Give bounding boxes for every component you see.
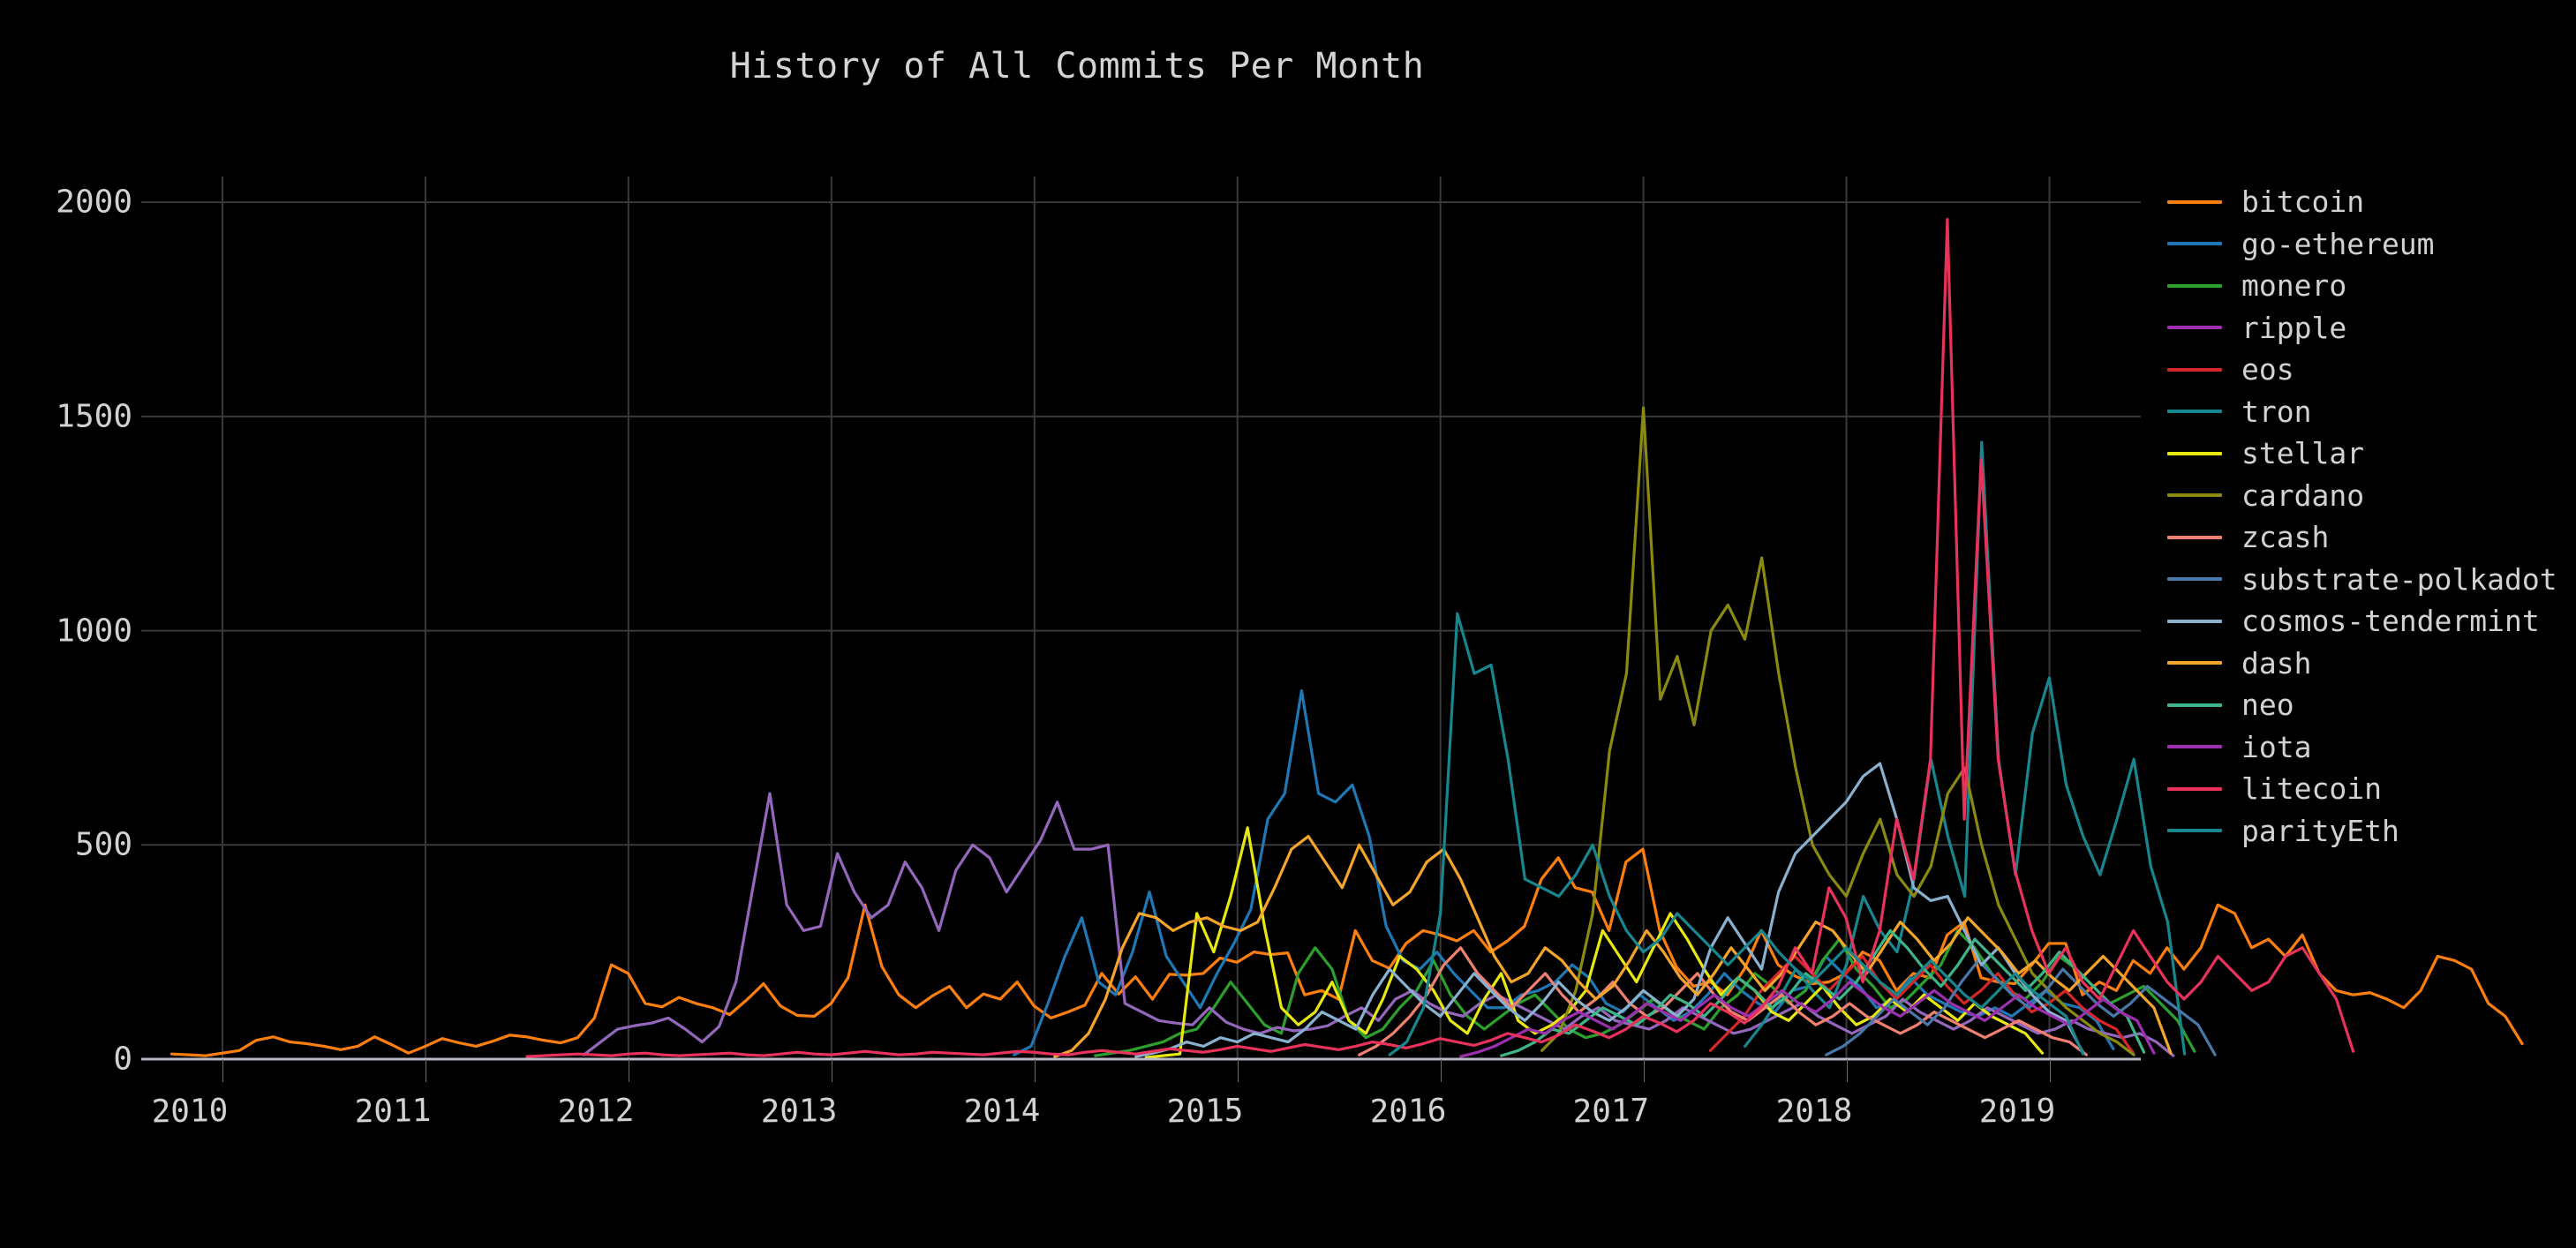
legend-item-label: substrate-polkadot: [2241, 561, 2557, 597]
legend-item-label: zcash: [2241, 520, 2330, 555]
legend-item-label: cardano: [2241, 477, 2365, 513]
legend-item-litecoin[interactable]: litecoin: [2167, 768, 2573, 810]
x-axis-tick-mark: [1643, 1059, 1645, 1082]
legend-item-label: neo: [2241, 688, 2294, 723]
legend-color-swatch: [2167, 451, 2222, 455]
legend-color-swatch: [2167, 577, 2222, 582]
legend-item-label: ripple: [2241, 310, 2347, 345]
legend-item-bitcoin[interactable]: bitcoin: [2167, 181, 2573, 223]
legend-item-label: tron: [2241, 394, 2312, 429]
x-axis-tick-mark: [222, 1059, 223, 1082]
legend-color-swatch: [2167, 703, 2222, 707]
y-axis-tick-label: 1000: [56, 613, 132, 650]
chart-legend: bitcoin go-ethereum monero ripple eos tron ste…: [2167, 181, 2573, 852]
legend-color-swatch: [2167, 829, 2222, 833]
legend-item-ripple[interactable]: ripple: [2167, 307, 2573, 350]
legend-item-label: litecoin: [2241, 771, 2382, 807]
legend-color-swatch: [2167, 367, 2222, 372]
legend-item-label: go-ethereum: [2241, 226, 2435, 261]
x-axis-tick-label: 2016: [1368, 1093, 1447, 1131]
legend-item-label: bitcoin: [2241, 184, 2365, 220]
x-axis-tick-label: 2010: [151, 1093, 229, 1131]
legend-item-neo[interactable]: neo: [2167, 684, 2573, 726]
y-axis-tick-label: 1500: [56, 398, 132, 435]
legend-item-stellar[interactable]: stellar: [2167, 432, 2573, 475]
legend-color-swatch: [2167, 619, 2222, 623]
x-axis-tick-label: 2017: [1571, 1093, 1650, 1131]
x-axis-tick-label: 2018: [1774, 1093, 1853, 1131]
x-axis: 2010 2011 2012 2013 2014 2015 2016 2017 2018 2019: [141, 1059, 2141, 1183]
y-axis-tick-label: 2000: [56, 184, 132, 221]
legend-item-label: dash: [2241, 645, 2312, 680]
legend-item-parityEth[interactable]: parityEth: [2167, 810, 2573, 853]
legend-item-substrate-polkadot[interactable]: substrate-polkadot: [2167, 559, 2573, 601]
legend-item-zcash[interactable]: zcash: [2167, 516, 2573, 559]
legend-color-swatch: [2167, 199, 2222, 204]
page-title: History of All Commits Per Month: [729, 46, 1425, 86]
x-axis-tick-label: 2013: [760, 1093, 838, 1131]
legend-item-tron[interactable]: tron: [2167, 391, 2573, 433]
plot-area: [141, 177, 2524, 1061]
x-axis-tick-mark: [1846, 1059, 1848, 1082]
chart-figure: History of All Commits Per Month 0 500 100…: [0, 0, 2576, 1248]
legend-item-cardano[interactable]: cardano: [2167, 475, 2573, 517]
x-axis-tick-mark: [2049, 1059, 2051, 1082]
line-chart-svg: [141, 177, 2524, 1061]
y-axis-tick-label: 500: [74, 826, 132, 863]
legend-item-iota[interactable]: iota: [2167, 726, 2573, 769]
legend-item-label: cosmos-tendermint: [2241, 604, 2540, 639]
legend-color-swatch: [2167, 283, 2222, 288]
legend-item-label: stellar: [2241, 436, 2365, 471]
x-axis-tick-label: 2015: [1166, 1093, 1244, 1131]
legend-item-eos[interactable]: eos: [2167, 349, 2573, 391]
legend-item-label: eos: [2241, 352, 2294, 387]
legend-item-go-ethereum[interactable]: go-ethereum: [2167, 223, 2573, 266]
legend-color-swatch: [2167, 493, 2222, 498]
x-axis-tick-mark: [1237, 1059, 1239, 1082]
x-axis-tick-label: 2012: [557, 1093, 635, 1131]
y-axis-tick-label: 0: [113, 1041, 132, 1078]
x-axis-tick-label: 2014: [963, 1093, 1041, 1131]
legend-item-dash[interactable]: dash: [2167, 643, 2573, 685]
legend-color-swatch: [2167, 410, 2222, 414]
x-axis-tick-mark: [1440, 1059, 1442, 1082]
legend-item-label: iota: [2241, 729, 2312, 764]
legend-item-cosmos-tendermint[interactable]: cosmos-tendermint: [2167, 600, 2573, 643]
legend-color-swatch: [2167, 745, 2222, 749]
x-axis-tick-label: 2019: [1977, 1093, 2056, 1131]
x-axis-tick-label: 2011: [354, 1093, 432, 1131]
legend-color-swatch: [2167, 242, 2222, 246]
y-axis: 0 500 1000 1500 2000: [0, 177, 132, 1078]
legend-item-monero[interactable]: monero: [2167, 265, 2573, 307]
legend-item-label: monero: [2241, 268, 2347, 304]
x-axis-tick-mark: [1034, 1059, 1036, 1082]
legend-color-swatch: [2167, 661, 2222, 665]
legend-color-swatch: [2167, 786, 2222, 791]
legend-item-label: parityEth: [2241, 813, 2399, 848]
legend-color-swatch: [2167, 535, 2222, 539]
legend-color-swatch: [2167, 326, 2222, 330]
